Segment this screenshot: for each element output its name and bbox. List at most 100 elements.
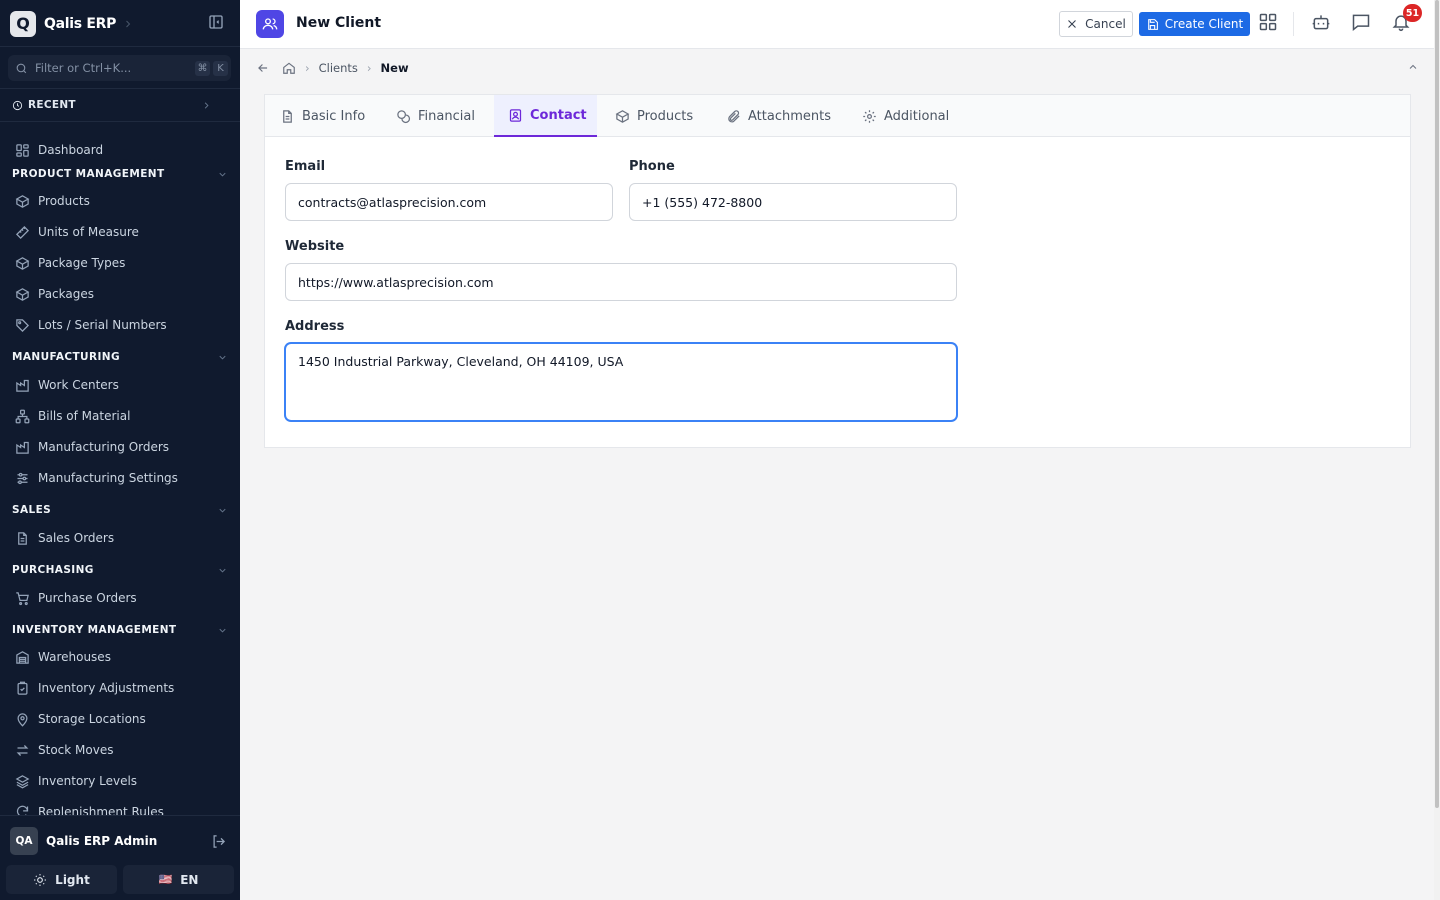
sidebar-item-label: Sales Orders — [38, 531, 115, 545]
section-purchasing[interactable]: PURCHASING — [12, 564, 228, 576]
tab-products[interactable]: Products — [615, 95, 705, 137]
chat-icon[interactable] — [1351, 12, 1371, 32]
sidebar-item-sales-orders[interactable]: Sales Orders — [0, 527, 240, 549]
sidebar-item-label: Work Centers — [38, 378, 119, 392]
sidebar-divider — [0, 815, 240, 816]
header-divider — [1293, 12, 1294, 36]
sidebar-item-products[interactable]: Products — [0, 190, 240, 212]
sidebar-item-lots-serial-numbers[interactable]: Lots / Serial Numbers — [0, 314, 240, 336]
sun-icon — [34, 873, 47, 886]
phone-field[interactable] — [629, 183, 957, 221]
sidebar-filter-input[interactable]: Filter or Ctrl+K... ⌘ K — [8, 55, 231, 81]
top-header: New Client Cancel Create Client 51 — [240, 0, 1435, 49]
breadcrumb-current: New — [380, 61, 409, 75]
breadcrumb-clients[interactable]: Clients — [319, 61, 358, 75]
sidebar-collapse-icon[interactable] — [208, 14, 224, 30]
section-product-management[interactable]: PRODUCT MANAGEMENT — [12, 168, 228, 180]
sidebar-item-replenishment-rules[interactable]: Replenishment Rules — [0, 801, 240, 815]
sidebar-item-label: Manufacturing Settings — [38, 471, 178, 485]
section-title: PRODUCT MANAGEMENT — [12, 168, 165, 180]
sidebar-item-inventory-adjustments[interactable]: Inventory Adjustments — [0, 677, 240, 699]
sidebar-item-work-centers[interactable]: Work Centers — [0, 374, 240, 396]
sidebar-item-units-of-measure[interactable]: Units of Measure — [0, 221, 240, 243]
sidebar-item-stock-moves[interactable]: Stock Moves — [0, 739, 240, 761]
back-arrow-icon[interactable] — [256, 61, 270, 75]
theme-toggle-button[interactable]: Light — [6, 865, 117, 894]
sidebar-item-packages[interactable]: Packages — [0, 283, 240, 305]
sidebar-item-warehouses[interactable]: Warehouses — [0, 646, 240, 668]
arrows-icon — [16, 744, 29, 756]
section-title: MANUFACTURING — [12, 351, 120, 363]
clock-icon — [12, 100, 23, 110]
create-label: Create Client — [1164, 17, 1244, 31]
layers-icon — [15, 774, 30, 788]
section-title: INVENTORY MANAGEMENT — [12, 624, 177, 636]
tab-label: Attachments — [748, 108, 831, 124]
sidebar-item-label: Units of Measure — [38, 225, 139, 239]
user-name: Qalis ERP Admin — [46, 834, 158, 848]
box-icon — [15, 194, 30, 208]
chevron-down-icon — [219, 508, 226, 513]
recent-label: RECENT — [28, 99, 76, 111]
notification-badge: 51 — [1403, 4, 1422, 22]
tab-financial[interactable]: Financial — [396, 95, 486, 137]
home-icon[interactable] — [282, 61, 296, 75]
sidebar-item-label: Products — [38, 194, 90, 208]
chevron-down-icon — [219, 568, 226, 573]
sidebar-item-dashboard[interactable]: Dashboard — [0, 139, 240, 161]
section-title: PURCHASING — [12, 564, 94, 576]
sidebar-item-manufacturing-settings[interactable]: Manufacturing Settings — [0, 467, 240, 489]
create-client-button[interactable]: Create Client — [1139, 12, 1250, 36]
tag-icon — [16, 318, 30, 332]
cancel-button[interactable]: Cancel — [1059, 11, 1133, 37]
scrollbar-thumb[interactable] — [1435, 0, 1439, 808]
chevron-down-icon — [219, 355, 226, 360]
website-label: Website — [285, 239, 345, 254]
chevron-right-icon: › — [366, 61, 372, 75]
network-icon — [15, 409, 30, 423]
sidebar-item-storage-locations[interactable]: Storage Locations — [0, 708, 240, 730]
section-manufacturing[interactable]: MANUFACTURING — [12, 351, 228, 363]
chevron-up-icon[interactable] — [1407, 61, 1419, 73]
language-button[interactable]: 🇺🇸 EN — [123, 865, 234, 894]
kbd-cmd: ⌘ — [195, 60, 210, 76]
brand[interactable]: Q Qalis ERP — [10, 10, 134, 37]
paperclip-icon — [728, 109, 740, 122]
client-form-card: Basic Info Financial Contact Products At… — [264, 94, 1411, 448]
section-sales[interactable]: SALES — [12, 504, 228, 516]
tab-additional[interactable]: Additional — [862, 95, 962, 137]
avatar: QA — [10, 827, 38, 855]
address-field[interactable]: 1450 Industrial Parkway, Cleveland, OH 4… — [285, 343, 957, 421]
tab-label: Additional — [884, 108, 950, 124]
user-profile[interactable]: QA Qalis ERP Admin — [10, 827, 230, 855]
sidebar-item-label: Bills of Material — [38, 409, 131, 423]
contact-icon — [509, 108, 522, 122]
sidebar-item-bills-of-material[interactable]: Bills of Material — [0, 405, 240, 427]
sidebar-item-purchase-orders[interactable]: Purchase Orders — [0, 587, 240, 609]
form-tabs: Basic Info Financial Contact Products At… — [265, 95, 1410, 137]
sidebar-item-inventory-levels[interactable]: Inventory Levels — [0, 770, 240, 792]
section-inventory-management[interactable]: INVENTORY MANAGEMENT — [12, 624, 228, 636]
recent-toggle[interactable]: RECENT — [12, 99, 212, 111]
cancel-label: Cancel — [1085, 17, 1126, 31]
app-logo: Q — [10, 10, 36, 37]
kbd-k: K — [213, 60, 228, 76]
sidebar-item-label: Storage Locations — [38, 712, 146, 726]
sidebar-divider — [0, 46, 240, 47]
users-icon — [256, 10, 284, 38]
tab-basic-info[interactable]: Basic Info — [280, 95, 390, 137]
sidebar-divider — [0, 88, 240, 89]
tab-label: Contact — [530, 107, 587, 123]
bot-icon[interactable] — [1311, 12, 1331, 32]
logout-icon[interactable] — [211, 834, 226, 849]
tab-attachments[interactable]: Attachments — [726, 95, 841, 137]
tab-contact[interactable]: Contact — [494, 95, 597, 137]
website-field[interactable] — [285, 263, 957, 301]
ruler-icon — [15, 225, 30, 239]
us-flag-icon: 🇺🇸 — [158, 873, 173, 886]
sidebar-item-manufacturing-orders[interactable]: Manufacturing Orders — [0, 436, 240, 458]
apps-grid-icon[interactable] — [1258, 12, 1278, 32]
sidebar-item-package-types[interactable]: Package Types — [0, 252, 240, 274]
email-field[interactable] — [285, 183, 613, 221]
refresh-icon — [16, 805, 29, 815]
